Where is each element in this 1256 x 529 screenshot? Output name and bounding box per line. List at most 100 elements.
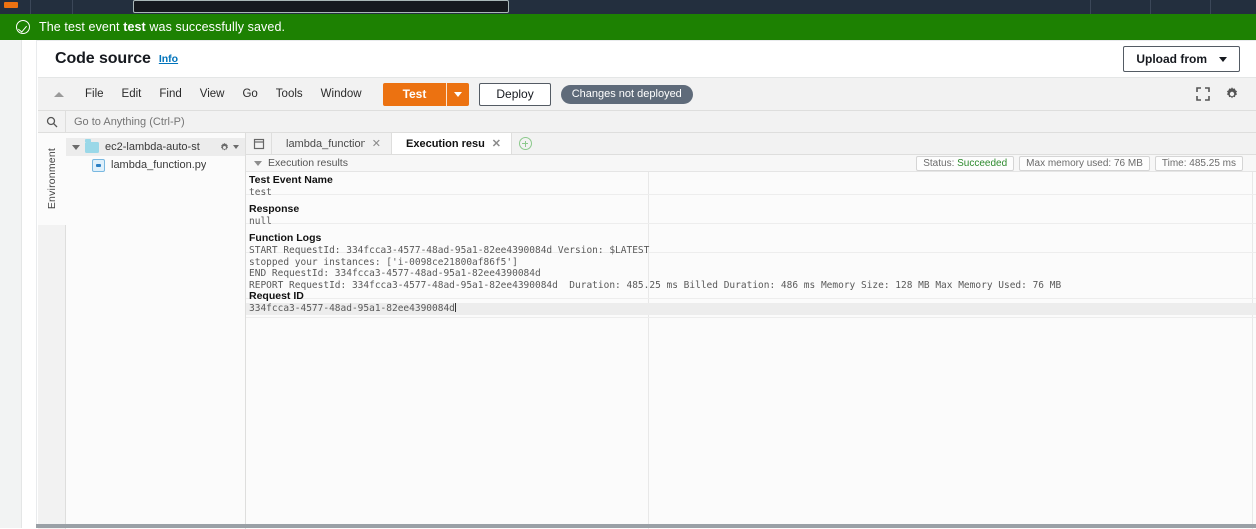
- deploy-button[interactable]: Deploy: [479, 82, 551, 106]
- test-button[interactable]: Test: [383, 83, 447, 106]
- row-divider: [246, 194, 1256, 195]
- chevron-down-icon: [454, 91, 463, 97]
- tree-item-file[interactable]: lambda_function.py: [66, 156, 245, 174]
- code-source-card: Code source Info Upload from File Edit F…: [36, 40, 1256, 529]
- code-source-header: Code source Info: [37, 41, 1256, 77]
- environment-tab[interactable]: Environment: [38, 133, 66, 225]
- tab-label: Execution result:: [406, 137, 485, 150]
- column-divider: [1252, 172, 1253, 529]
- success-flash-banner: The test event test was successfully sav…: [0, 14, 1256, 40]
- nav-divider: [1090, 0, 1091, 14]
- flash-message-suffix: was successfully saved.: [145, 20, 286, 34]
- close-icon[interactable]: ✕: [492, 137, 501, 150]
- section-request-id: Request ID 334fcca3-4577-48ad-95a1-82ee4…: [249, 290, 456, 315]
- menu-file[interactable]: File: [76, 84, 113, 104]
- section-response: Response null: [249, 203, 299, 228]
- execution-results-body: Test Event Name test Response null Funct…: [246, 172, 1256, 529]
- cloud9-ide: File Edit Find View Go Tools Window Test…: [38, 77, 1256, 529]
- close-icon[interactable]: ✕: [372, 137, 381, 150]
- execution-status-badges: Status: Succeeded Max memory used: 76 MB…: [916, 155, 1256, 171]
- tab-execution-results[interactable]: Execution result: ✕: [392, 133, 512, 154]
- flash-message: The test event test was successfully sav…: [39, 20, 285, 34]
- row-divider: [246, 317, 1256, 318]
- environment-tab-label: Environment: [46, 148, 58, 210]
- editor-tabbar: lambda_function ✕ Execution result: ✕: [246, 133, 1256, 155]
- horizontal-scrollbar[interactable]: [36, 524, 1256, 528]
- status-badge: Status: Succeeded: [916, 155, 1015, 171]
- duration-badge: Time: 485.25 ms: [1154, 155, 1243, 171]
- execution-results-strip: Execution results Status: Succeeded Max …: [246, 155, 1256, 172]
- section-test-event-name: Test Event Name test: [249, 174, 333, 199]
- ide-menubar: File Edit Find View Go Tools Window Test…: [38, 78, 1256, 111]
- section-body-wrap[interactable]: 334fcca3-4577-48ad-95a1-82ee4390084d: [249, 303, 456, 315]
- section-heading: Response: [249, 203, 300, 215]
- menu-edit[interactable]: Edit: [113, 84, 151, 104]
- new-tab-button[interactable]: [512, 133, 538, 154]
- menu-window[interactable]: Window: [312, 84, 371, 104]
- upload-from-label: Upload from: [1136, 52, 1207, 66]
- execution-results-label: Execution results: [268, 157, 348, 169]
- nav-divider: [1210, 0, 1211, 14]
- folder-settings-button[interactable]: [219, 142, 239, 153]
- chevron-down-icon[interactable]: [254, 160, 262, 166]
- test-button-group[interactable]: Test: [382, 82, 470, 106]
- section-function-logs: Function Logs START RequestId: 334fcca3-…: [249, 232, 1061, 291]
- upload-from-button[interactable]: Upload from: [1123, 46, 1240, 72]
- button-separator: [446, 82, 448, 106]
- info-link[interactable]: Info: [159, 53, 178, 65]
- section-body: test: [249, 187, 272, 198]
- search-icon[interactable]: [38, 110, 66, 133]
- chevron-down-icon: [233, 145, 239, 149]
- menu-find[interactable]: Find: [150, 84, 190, 104]
- editor-area: lambda_function ✕ Execution result: ✕ Ex…: [246, 133, 1256, 529]
- status-badge-value: Succeeded: [957, 157, 1008, 169]
- chevron-down-icon: [1219, 56, 1227, 62]
- column-divider: [648, 172, 649, 529]
- check-circle-icon: [16, 20, 30, 34]
- text-cursor: [454, 303, 456, 312]
- section-heading: Test Event Name: [249, 174, 333, 186]
- max-memory-badge: Max memory used: 76 MB: [1019, 155, 1150, 171]
- section-heading: Function Logs: [249, 232, 322, 244]
- tree-item-folder[interactable]: ec2-lambda-auto-st: [66, 138, 245, 156]
- menu-go[interactable]: Go: [233, 84, 266, 104]
- section-body: START RequestId: 334fcca3-4577-48ad-95a1…: [249, 245, 1062, 291]
- test-dropdown-button[interactable]: [447, 83, 469, 106]
- gear-icon: [220, 142, 229, 151]
- section-heading: Request ID: [249, 290, 304, 302]
- console-left-gutter: [0, 40, 22, 528]
- flash-message-event-name: test: [123, 20, 146, 34]
- aws-global-search-input[interactable]: [133, 0, 509, 13]
- folder-icon: [85, 138, 99, 153]
- tab-lambda-function[interactable]: lambda_function ✕: [272, 133, 392, 154]
- plus-circle-icon: [518, 137, 532, 150]
- python-file-icon: [92, 158, 105, 172]
- file-tree-panel: ec2-lambda-auto-st lambda_function.py: [66, 133, 246, 529]
- changes-not-deployed-badge: Changes not deployed: [560, 84, 693, 104]
- row-divider: [246, 223, 1256, 224]
- chevron-down-icon[interactable]: [72, 144, 80, 150]
- nav-divider: [1150, 0, 1151, 14]
- aws-top-navigation: [0, 0, 1256, 14]
- menubar-actions: [1196, 86, 1256, 102]
- folder-label: ec2-lambda-auto-st: [105, 141, 200, 153]
- flash-message-prefix: The test event: [39, 20, 124, 34]
- page-title: Code source: [55, 50, 151, 67]
- status-badge-prefix: Status:: [923, 157, 958, 169]
- tab-label: lambda_function: [286, 137, 365, 150]
- nav-divider: [72, 0, 73, 14]
- environment-rail: Environment: [38, 133, 66, 529]
- section-body: null: [249, 216, 272, 227]
- nav-divider: [30, 0, 31, 14]
- menu-tools[interactable]: Tools: [267, 84, 312, 104]
- section-body: 334fcca3-4577-48ad-95a1-82ee4390084d: [249, 303, 455, 314]
- aws-logo-icon[interactable]: [4, 2, 18, 8]
- gear-icon[interactable]: [1224, 86, 1240, 102]
- goto-anything-input[interactable]: [74, 113, 202, 130]
- menu-view[interactable]: View: [191, 84, 234, 104]
- fullscreen-icon[interactable]: [1196, 87, 1210, 101]
- goto-anything-row: [38, 110, 1256, 133]
- collapse-panel-icon[interactable]: [54, 91, 64, 97]
- file-label: lambda_function.py: [111, 159, 207, 171]
- panel-toggle-icon[interactable]: [246, 133, 272, 154]
